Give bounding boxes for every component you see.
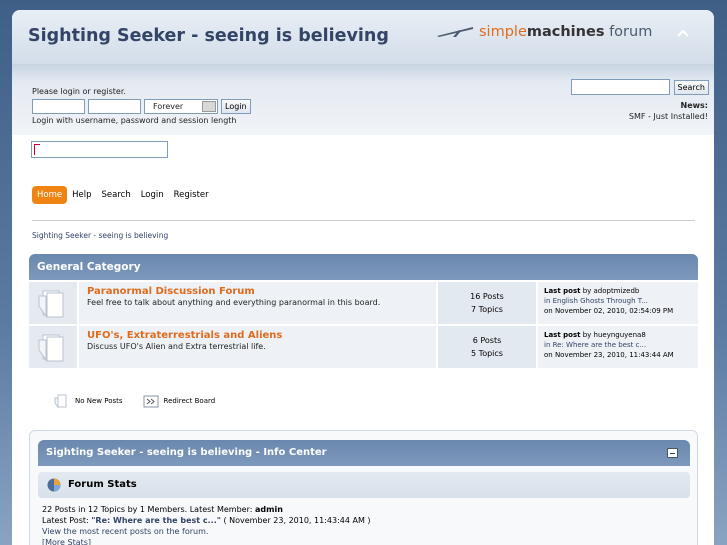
board-legend: No New Posts Redirect Board (54, 394, 215, 408)
no-new-posts-icon (54, 394, 67, 408)
last-post-author[interactable]: by hueynguyena8 (583, 331, 646, 339)
board-row: UFO's, Extraterrestrials and Aliens Disc… (29, 326, 698, 368)
redirect-board-icon (143, 395, 159, 408)
last-post-label: Last post (544, 331, 581, 339)
forum-stats-title: Forum Stats (68, 479, 137, 490)
info-center-title: Sighting Seeker - seeing is believing - … (46, 447, 327, 458)
category-header[interactable]: General Category (29, 254, 698, 280)
board-icon[interactable] (29, 282, 77, 324)
menu-item-login[interactable]: Login (136, 186, 169, 204)
forum-stats-header: Forum Stats (38, 472, 690, 498)
legend-redirect-label: Redirect Board (163, 397, 216, 405)
user-section: Please login or register. Forever Login … (12, 65, 714, 135)
board-posts: 6 Posts (472, 336, 502, 345)
legend-no-new-posts: No New Posts (54, 394, 123, 408)
login-button[interactable]: Login (221, 99, 251, 114)
board-description: Discuss UFO's Alien and Extra terrestria… (87, 342, 266, 351)
board-stats: 16 Posts 7 Topics (438, 282, 536, 324)
board-stats: 6 Posts 5 Topics (438, 326, 536, 368)
login-hint: Login with username, password and sessio… (32, 116, 237, 125)
menu-item-help[interactable]: Help (67, 186, 96, 204)
smf-logo[interactable]: simplemachines forum (437, 24, 652, 40)
menu-item-search[interactable]: Search (97, 186, 136, 204)
board-icon[interactable] (29, 326, 77, 368)
board-topics: 7 Topics (471, 305, 503, 314)
last-post-author[interactable]: by adoptmizedb (583, 287, 640, 295)
more-stats-link[interactable]: [More Stats] (42, 537, 371, 545)
forum-title[interactable]: Sighting Seeker - seeing is believing (28, 26, 389, 46)
menu-item-home[interactable]: Home (32, 186, 68, 204)
recent-posts-link[interactable]: View the most recent posts on the forum. (42, 526, 371, 537)
stats-summary: 22 Posts in 12 Topics by 1 Members. Late… (42, 505, 253, 514)
smf-logo-text: simplemachines forum (479, 24, 653, 40)
last-post-topic-link[interactable]: in English Ghosts Through T... (544, 296, 692, 306)
news-text: SMF - Just Installed! (628, 112, 708, 121)
legend-no-new-posts-label: No New Posts (75, 397, 123, 405)
latest-post-label: Latest Post: (42, 516, 89, 525)
search-button[interactable]: Search (673, 79, 709, 95)
legend-redirect: Redirect Board (143, 394, 216, 408)
forum-stats-text: 22 Posts in 12 Topics by 1 Members. Late… (42, 504, 371, 545)
collapse-icon[interactable] (667, 448, 678, 458)
password-input[interactable] (88, 99, 141, 114)
latest-post-date: ( November 23, 2010, 11:43:44 AM ) (223, 516, 371, 525)
latest-member-link[interactable]: admin (255, 505, 283, 514)
search-input[interactable] (570, 79, 670, 95)
board-name-link[interactable]: Paranormal Discussion Forum (87, 286, 428, 297)
last-post-date: on November 23, 2010, 11:43:44 AM (544, 351, 674, 359)
no-new-posts-icon (38, 334, 64, 362)
no-new-posts-icon (38, 290, 64, 318)
stats-pie-icon (47, 478, 61, 492)
main-menu: Home Help Search Login Register (32, 186, 214, 204)
last-post-topic-link[interactable]: in Re: Where are the best c... (544, 340, 692, 350)
menu-item-register[interactable]: Register (169, 186, 214, 204)
board-last-post: Last post by hueynguyena8 in Re: Where a… (538, 326, 698, 368)
session-length-select[interactable]: Forever (144, 99, 218, 114)
board-posts: 16 Posts (470, 292, 504, 301)
text-cursor-icon (34, 144, 40, 155)
board-topics: 5 Topics (471, 349, 503, 358)
username-input[interactable] (32, 99, 85, 114)
divider (32, 220, 695, 221)
chevron-down-icon (202, 101, 216, 112)
smf-swoosh-icon (437, 27, 473, 37)
news-label: News: (680, 101, 708, 110)
board-row: Paranormal Discussion Forum Feel free to… (29, 282, 698, 324)
last-post-label: Last post (544, 287, 581, 295)
board-name-link[interactable]: UFO's, Extraterrestrials and Aliens (87, 330, 428, 341)
info-center-header: Sighting Seeker - seeing is believing - … (38, 440, 690, 466)
breadcrumb[interactable]: Sighting Seeker - seeing is believing (32, 231, 168, 240)
latest-post-link[interactable]: "Re: Where are the best c..." (91, 516, 221, 525)
header: Sighting Seeker - seeing is believing si… (12, 10, 714, 65)
search-form: Search (570, 79, 709, 95)
session-length-value: Forever (153, 102, 184, 111)
collapse-header-icon[interactable] (676, 28, 690, 38)
board-description: Feel free to talk about anything and eve… (87, 298, 381, 307)
login-message: Please login or register. (32, 87, 126, 96)
info-center: Sighting Seeker - seeing is believing - … (29, 430, 698, 545)
board-info: Paranormal Discussion Forum Feel free to… (79, 282, 436, 324)
last-post-date: on November 02, 2010, 02:54:09 PM (544, 307, 674, 315)
text-field[interactable] (31, 141, 168, 158)
login-form: Forever Login (32, 99, 251, 114)
board-info: UFO's, Extraterrestrials and Aliens Disc… (79, 326, 436, 368)
forum-container: Sighting Seeker - seeing is believing si… (12, 10, 714, 545)
board-last-post: Last post by adoptmizedb in English Ghos… (538, 282, 698, 324)
